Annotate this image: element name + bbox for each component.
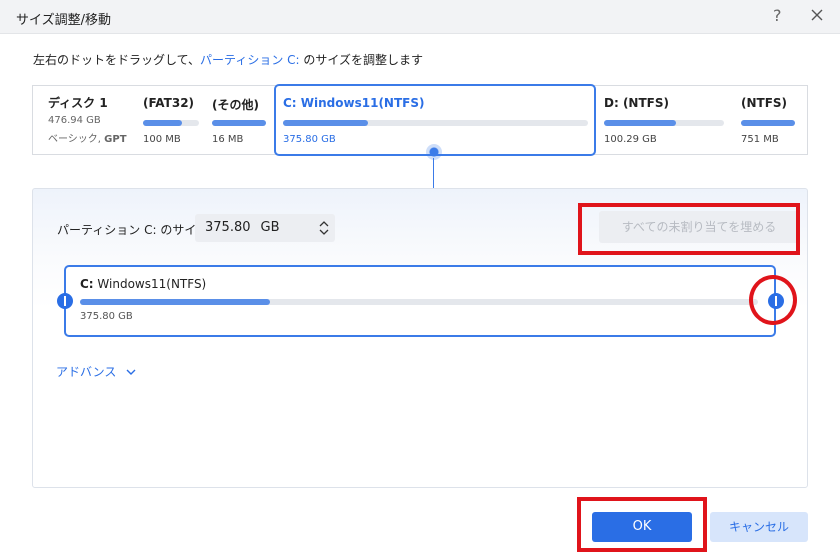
disk-map: ディスク 1 476.94 GB ベーシック, GPT (FAT32) 100 … (32, 84, 808, 156)
partition-label: D: (NTFS) (604, 96, 669, 110)
window-title: サイズ調整/移動 (16, 13, 111, 28)
highlight-box-ok-button (577, 497, 707, 552)
partition-other[interactable]: (その他) 16 MB (212, 86, 272, 154)
partition-editor: C: Windows11(NTFS) 375.80 GB (64, 265, 776, 337)
partition-fill (283, 120, 369, 126)
size-label: パーティション C: のサイズ (57, 223, 208, 237)
selection-connector-dot (426, 144, 442, 160)
chevron-down-icon (126, 369, 136, 375)
disk-type-bold: GPT (104, 134, 127, 145)
partition-fat32[interactable]: (FAT32) 100 MB (143, 86, 205, 154)
close-icon[interactable] (806, 4, 828, 26)
left-resize-handle[interactable] (57, 293, 73, 309)
resize-panel: パーティション C: のサイズ 375.80 GB すべての未割り当てを埋める C… (32, 188, 808, 488)
help-icon[interactable]: ? (773, 6, 782, 25)
partition-size: 100 MB (143, 134, 181, 145)
partition-fill (604, 120, 676, 126)
editor-name: Windows11(NTFS) (93, 277, 207, 291)
partition-bar (741, 120, 795, 126)
advanced-toggle[interactable]: アドバンス (56, 363, 136, 380)
highlight-box-fill-button (578, 203, 800, 255)
partition-size: 16 MB (212, 134, 244, 145)
size-value: 375.80 (205, 220, 251, 235)
selection-connector-line (433, 158, 434, 188)
partition-label: (NTFS) (741, 96, 788, 110)
partition-label: C: Windows11(NTFS) (283, 96, 425, 110)
editor-drive: C: (80, 277, 94, 291)
instruction-suffix: のサイズを調整します (299, 53, 424, 67)
partition-size: 100.29 GB (604, 134, 657, 145)
cancel-button[interactable]: キャンセル (710, 512, 808, 542)
disk-type-prefix: ベーシック, (48, 134, 105, 145)
editor-fill (80, 299, 270, 305)
editor-bar (80, 299, 758, 305)
partition-ntfs-recovery[interactable]: (NTFS) 751 MB (741, 86, 801, 154)
editor-size: 375.80 GB (80, 311, 133, 322)
advanced-label: アドバンス (56, 365, 117, 379)
partition-bar (143, 120, 199, 126)
partition-label: (FAT32) (143, 96, 195, 110)
instruction-text: 左右のドットをドラッグして、パーティション C: のサイズを調整します (33, 51, 423, 68)
partition-bar (604, 120, 724, 126)
partition-bar (283, 120, 588, 126)
disk-name: ディスク 1 (48, 96, 108, 110)
partition-size: 375.80 GB (283, 134, 336, 145)
partition-fill (741, 120, 795, 126)
editor-label: C: Windows11(NTFS) (80, 277, 206, 291)
title-bar: サイズ調整/移動 ? (0, 0, 840, 34)
disk-size: 476.94 GB (48, 115, 101, 126)
partition-bar (212, 120, 266, 126)
partition-d[interactable]: D: (NTFS) 100.29 GB (604, 86, 728, 154)
partition-fill (143, 120, 183, 126)
instruction-prefix: 左右のドットをドラッグして、 (33, 53, 201, 67)
partition-size: 751 MB (741, 134, 779, 145)
size-unit: GB (260, 220, 280, 235)
instruction-partition: パーティション C: (200, 53, 300, 67)
disk-type: ベーシック, GPT (48, 130, 127, 145)
partition-label: (その他) (212, 98, 259, 112)
stepper-icon[interactable] (319, 219, 329, 237)
disk-info: ディスク 1 476.94 GB ベーシック, GPT (48, 94, 127, 145)
size-input[interactable]: 375.80 GB (195, 214, 335, 242)
partition-fill (212, 120, 266, 126)
highlight-circle-right-handle (749, 275, 797, 325)
